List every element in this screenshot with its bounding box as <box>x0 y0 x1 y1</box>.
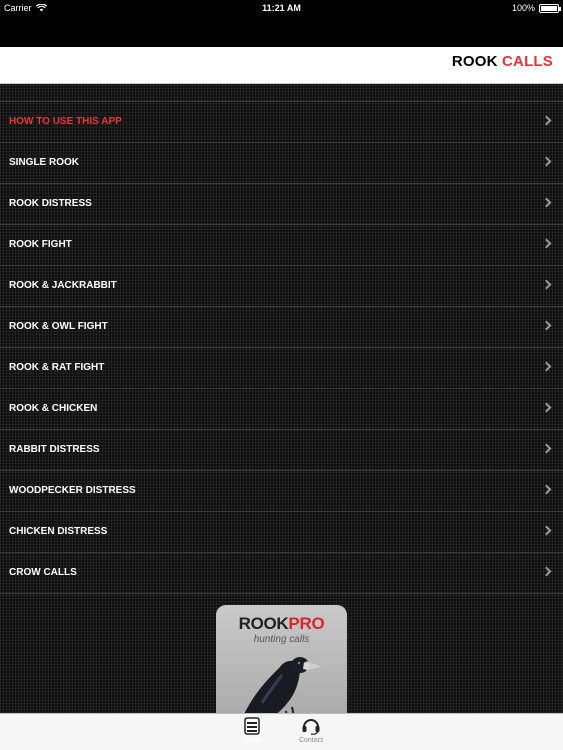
battery-percent: 100% <box>511 3 535 13</box>
tab-menu-label: Menu <box>243 737 261 744</box>
menu-item-rook-chicken[interactable]: ROOK & CHICKEN <box>0 388 563 429</box>
chevron-right-icon <box>541 484 552 495</box>
header-band <box>0 16 563 47</box>
chevron-right-icon <box>541 566 552 577</box>
menu-item-label: ROOK & CHICKEN <box>9 403 98 414</box>
menu-item-rook-fight[interactable]: ROOK FIGHT <box>0 224 563 265</box>
menu-item-rook-owl-fight[interactable]: ROOK & OWL FIGHT <box>0 306 563 347</box>
menu-item-rook-distress[interactable]: ROOK DISTRESS <box>0 183 563 224</box>
menu-item-label: CROW CALLS <box>9 567 77 578</box>
chevron-right-icon <box>541 238 552 249</box>
tab-contact-label: Contact <box>298 737 324 744</box>
menu-item-label: RABBIT DISTRESS <box>9 444 100 455</box>
menu-item-label: CHICKEN DISTRESS <box>9 526 108 537</box>
page-title-part2: CALLS <box>502 53 553 70</box>
tab-bar: Menu Contact <box>0 713 563 750</box>
status-time: 11:21 AM <box>262 3 301 13</box>
headset-icon <box>302 719 320 735</box>
promo-app-tile[interactable]: ROOKPRO hunting calls <box>216 605 347 725</box>
menu-icon <box>244 717 260 735</box>
promo-brand: ROOKPRO <box>216 614 347 634</box>
chevron-right-icon <box>541 197 552 208</box>
menu-item-rabbit-distress[interactable]: RABBIT DISTRESS <box>0 429 563 470</box>
menu-item-rook-jackrabbit[interactable]: ROOK & JACKRABBIT <box>0 265 563 306</box>
promo-subtitle: hunting calls <box>253 634 310 645</box>
menu-item-label: ROOK & OWL FIGHT <box>9 321 108 332</box>
chevron-right-icon <box>541 279 552 290</box>
chevron-right-icon <box>541 115 552 126</box>
chevron-right-icon <box>541 320 552 331</box>
chevron-right-icon <box>541 402 552 413</box>
status-right: 100% <box>511 3 561 13</box>
menu-item-label: ROOK FIGHT <box>9 239 72 250</box>
menu-item-label: ROOK & JACKRABBIT <box>9 280 117 291</box>
battery-icon <box>539 3 561 13</box>
menu-item-label: ROOK & RAT FIGHT <box>9 362 105 373</box>
nav-bar: ROOK CALLS <box>0 47 563 84</box>
menu-item-label: SINGLE ROOK <box>9 157 80 168</box>
promo-brand-part1: ROOK <box>238 614 289 633</box>
chevron-right-icon <box>541 443 552 454</box>
chevron-right-icon <box>541 156 552 167</box>
menu-item-rook-rat-fight[interactable]: ROOK & RAT FIGHT <box>0 347 563 388</box>
menu-item-label: WOODPECKER DISTRESS <box>9 485 136 496</box>
chevron-right-icon <box>541 361 552 372</box>
menu-item-chicken-distress[interactable]: CHICKEN DISTRESS <box>0 511 563 552</box>
menu-item-crow-calls[interactable]: CROW CALLS <box>0 552 563 594</box>
menu-item-how-to-use[interactable]: HOW TO USE THIS APP <box>0 101 563 142</box>
page-title-part1: ROOK <box>451 53 498 70</box>
tab-contact[interactable]: Contact <box>286 717 336 744</box>
menu-item-label: HOW TO USE THIS APP <box>9 116 122 127</box>
menu-item-woodpecker-distress[interactable]: WOODPECKER DISTRESS <box>0 470 563 511</box>
page-title: ROOK CALLS <box>452 53 553 70</box>
promo-brand-part2: PRO <box>288 614 325 633</box>
chevron-right-icon <box>541 525 552 536</box>
menu-item-single-rook[interactable]: SINGLE ROOK <box>0 142 563 183</box>
tab-menu[interactable]: Menu <box>227 717 277 744</box>
menu-item-label: ROOK DISTRESS <box>9 198 92 209</box>
status-bar: Carrier 11:21 AM 100% <box>0 0 563 16</box>
